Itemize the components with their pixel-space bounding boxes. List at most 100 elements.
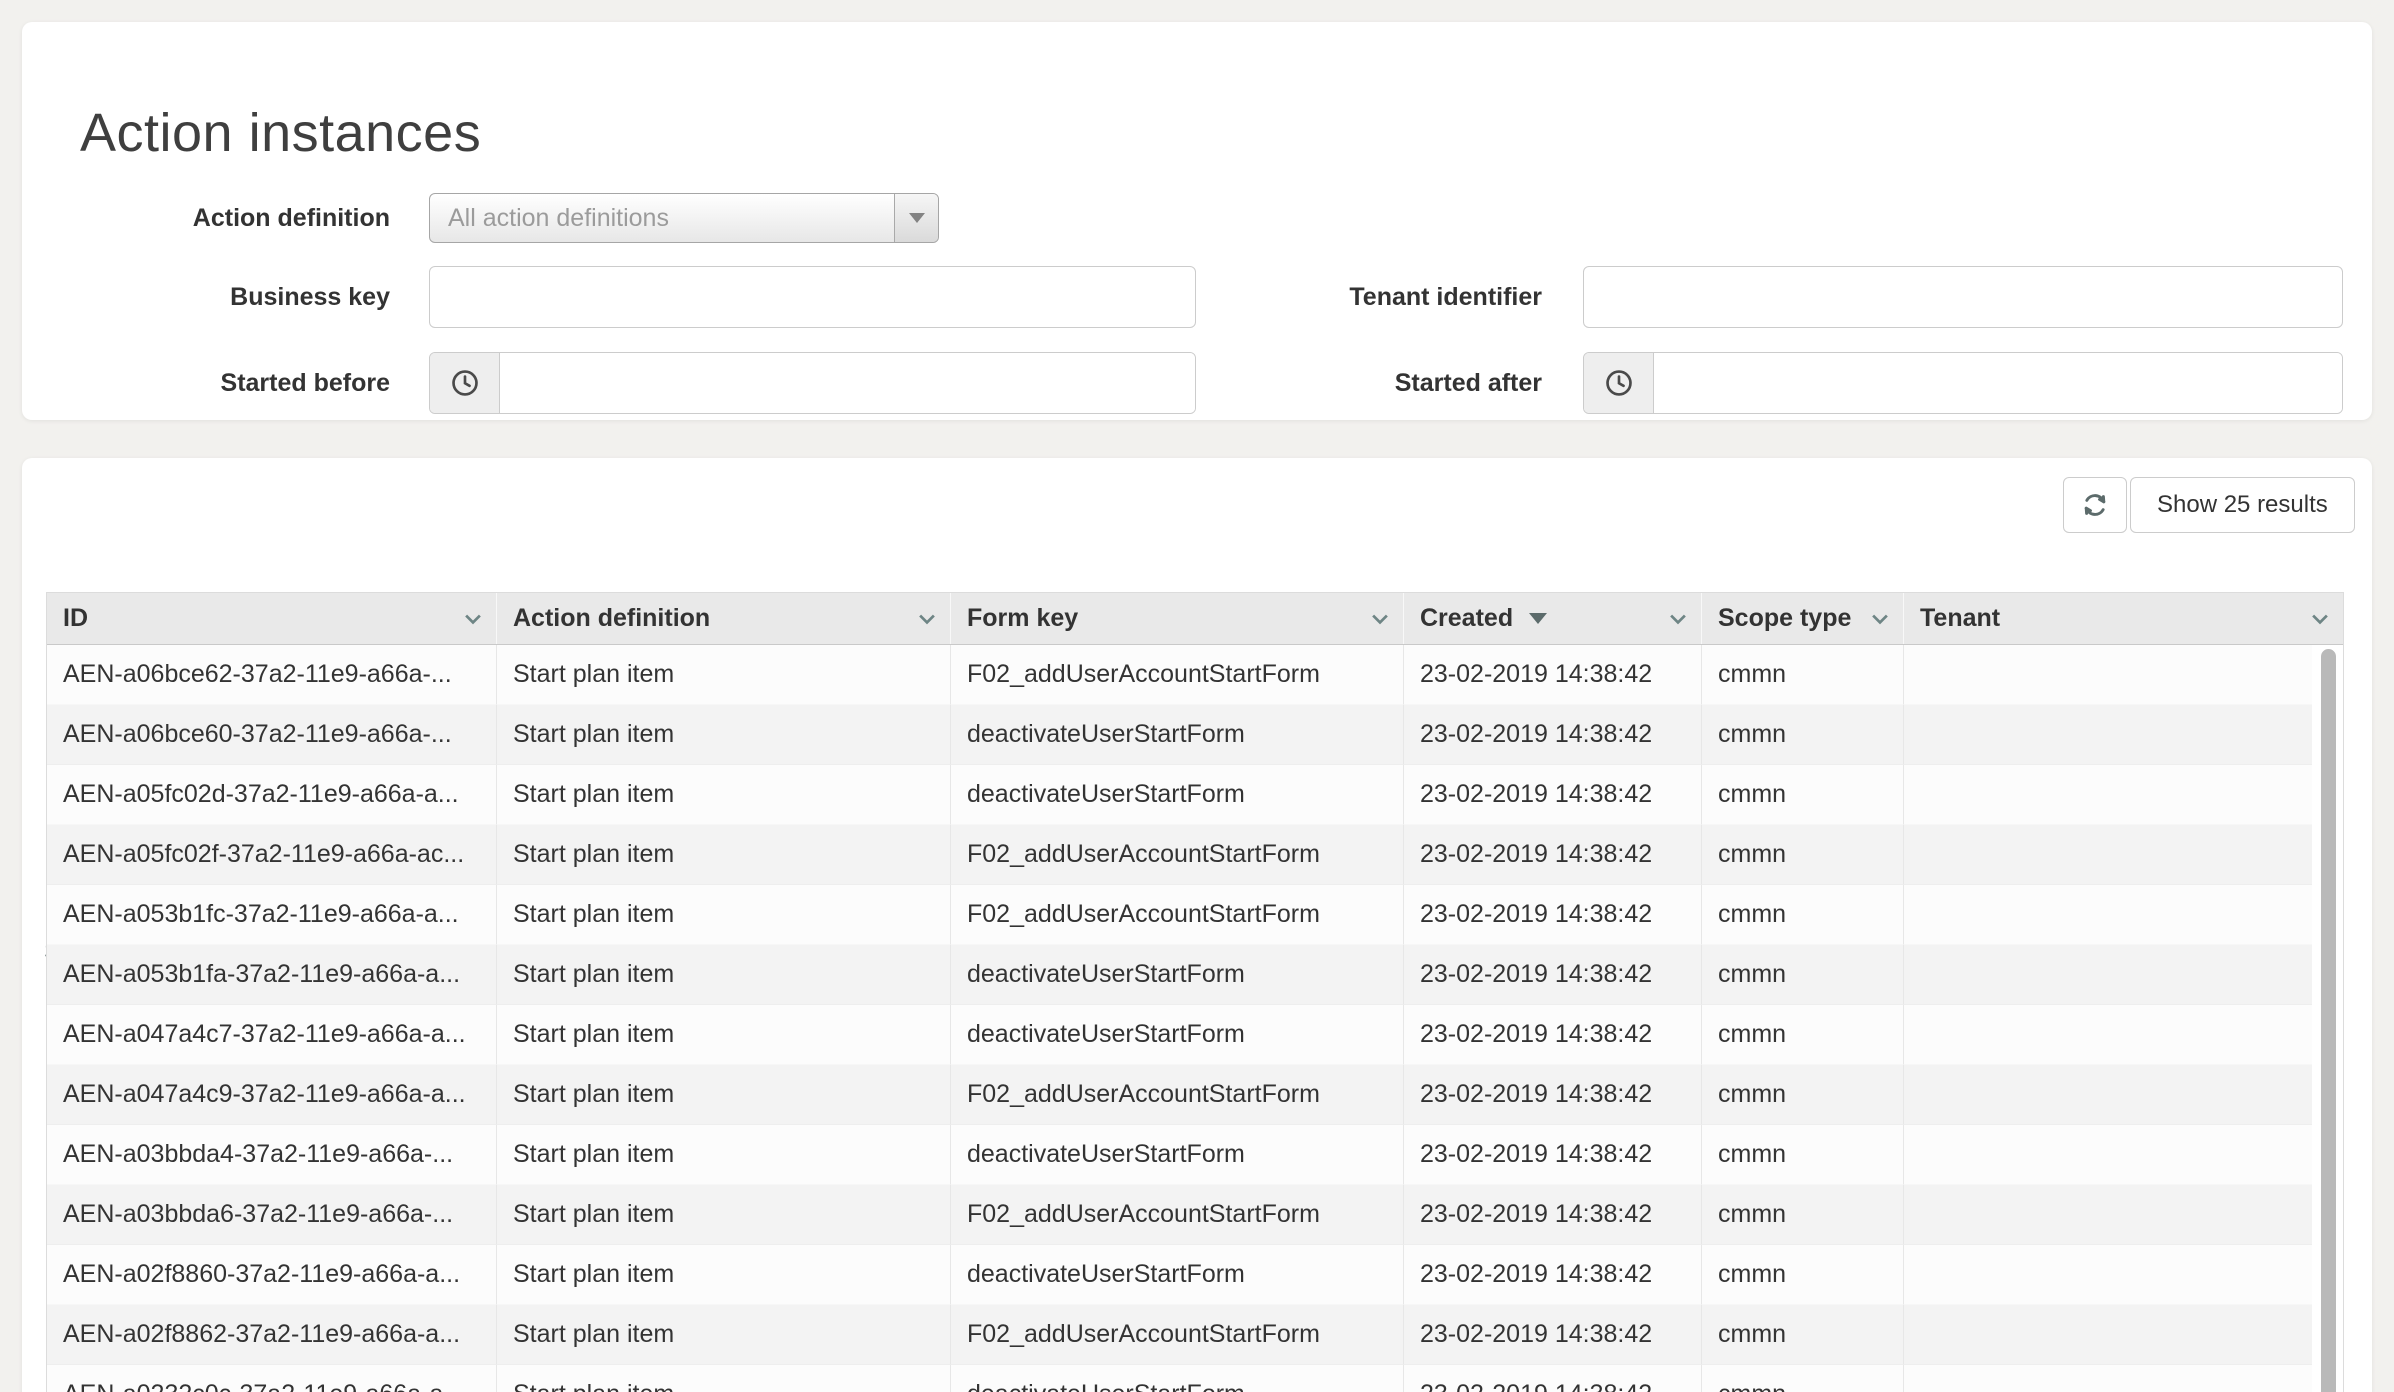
column-header-scope-type[interactable]: Scope type xyxy=(1702,593,1904,644)
table-cell: cmmn xyxy=(1702,645,1904,705)
table-cell: Start plan item xyxy=(497,1185,951,1245)
action-definition-label: Action definition xyxy=(22,203,390,233)
table-cell: 23-02-2019 14:38:42 xyxy=(1404,825,1702,885)
table-cell xyxy=(1904,645,2312,705)
table-cell: F02_addUserAccountStartForm xyxy=(951,885,1404,945)
tenant-identifier-input[interactable] xyxy=(1583,266,2343,328)
filter-card: Action instances Action definition All a… xyxy=(22,22,2372,420)
table-cell: cmmn xyxy=(1702,765,1904,825)
table-row[interactable]: AEN-a053b1fc-37a2-11e9-a66a-a...Start pl… xyxy=(47,885,2312,945)
table-cell: Start plan item xyxy=(497,1125,951,1185)
started-before-label: Started before xyxy=(22,368,390,398)
table-cell xyxy=(1904,885,2312,945)
table-row[interactable]: AEN-a02f8860-37a2-11e9-a66a-a...Start pl… xyxy=(47,1245,2312,1305)
clock-icon xyxy=(1584,353,1654,413)
table-cell: 23-02-2019 14:38:42 xyxy=(1404,1005,1702,1065)
table-cell: cmmn xyxy=(1702,945,1904,1005)
table-cell: AEN-a0232c0c-37a2-11e9-a66a-a... xyxy=(47,1365,497,1392)
table-cell: cmmn xyxy=(1702,1245,1904,1305)
table-cell: cmmn xyxy=(1702,1065,1904,1125)
table-cell: Start plan item xyxy=(497,765,951,825)
table-cell: 23-02-2019 14:38:42 xyxy=(1404,645,1702,705)
table-body: AEN-a06bce62-37a2-11e9-a66a-...Start pla… xyxy=(47,645,2343,1392)
table-cell: 23-02-2019 14:38:42 xyxy=(1404,885,1702,945)
column-header-tenant[interactable]: Tenant xyxy=(1904,593,2343,644)
business-key-input[interactable] xyxy=(429,266,1196,328)
tenant-identifier-label: Tenant identifier xyxy=(1122,282,1542,312)
chevron-down-icon xyxy=(1369,608,1391,630)
table-cell: AEN-a053b1fa-37a2-11e9-a66a-a... xyxy=(47,945,497,1005)
table-row[interactable]: AEN-a0232c0c-37a2-11e9-a66a-a...Start pl… xyxy=(47,1365,2312,1392)
caret-down-icon xyxy=(1529,613,1547,624)
table-cell: deactivateUserStartForm xyxy=(951,1005,1404,1065)
table-cell xyxy=(1904,1185,2312,1245)
table-cell: F02_addUserAccountStartForm xyxy=(951,825,1404,885)
column-header-id[interactable]: ID xyxy=(47,593,497,644)
table-cell: 23-02-2019 14:38:42 xyxy=(1404,765,1702,825)
action-definition-selected-value: All action definitions xyxy=(430,204,894,233)
chevron-down-icon xyxy=(1869,608,1891,630)
started-after-label: Started after xyxy=(1122,368,1542,398)
select-arrow-segment[interactable] xyxy=(894,194,938,242)
table-row[interactable]: AEN-a06bce60-37a2-11e9-a66a-...Start pla… xyxy=(47,705,2312,765)
started-before-group xyxy=(429,352,1196,414)
table-cell: deactivateUserStartForm xyxy=(951,765,1404,825)
table-cell: 23-02-2019 14:38:42 xyxy=(1404,705,1702,765)
chevron-down-icon xyxy=(462,608,484,630)
column-header-form-key[interactable]: Form key xyxy=(951,593,1404,644)
started-after-group xyxy=(1583,352,2343,414)
table-cell: Start plan item xyxy=(497,945,951,1005)
table-row[interactable]: AEN-a03bbda6-37a2-11e9-a66a-...Start pla… xyxy=(47,1185,2312,1245)
table-cell: Start plan item xyxy=(497,1005,951,1065)
started-after-input[interactable] xyxy=(1654,353,2342,413)
table-cell: 23-02-2019 14:38:42 xyxy=(1404,1185,1702,1245)
page-title: Action instances xyxy=(80,102,481,164)
table-cell xyxy=(1904,1125,2312,1185)
table-cell: 23-02-2019 14:38:42 xyxy=(1404,1065,1702,1125)
table-cell: AEN-a047a4c7-37a2-11e9-a66a-a... xyxy=(47,1005,497,1065)
refresh-icon xyxy=(2079,489,2111,521)
table-cell: Start plan item xyxy=(497,1245,951,1305)
table-cell xyxy=(1904,1305,2312,1365)
table-row[interactable]: AEN-a03bbda4-37a2-11e9-a66a-...Start pla… xyxy=(47,1125,2312,1185)
chevron-down-icon xyxy=(1667,608,1689,630)
table-row[interactable]: AEN-a02f8862-37a2-11e9-a66a-a...Start pl… xyxy=(47,1305,2312,1365)
table-cell: deactivateUserStartForm xyxy=(951,945,1404,1005)
table-cell: Start plan item xyxy=(497,885,951,945)
table-cell xyxy=(1904,1365,2312,1392)
clock-icon xyxy=(430,353,500,413)
table-cell: AEN-a03bbda4-37a2-11e9-a66a-... xyxy=(47,1125,497,1185)
show-results-button[interactable]: Show 25 results xyxy=(2130,477,2355,533)
column-header-created[interactable]: Created xyxy=(1404,593,1702,644)
table-cell: cmmn xyxy=(1702,1305,1904,1365)
table-cell: deactivateUserStartForm xyxy=(951,1125,1404,1185)
business-key-label: Business key xyxy=(22,282,390,312)
table-cell: AEN-a053b1fc-37a2-11e9-a66a-a... xyxy=(47,885,497,945)
table-cell: AEN-a03bbda6-37a2-11e9-a66a-... xyxy=(47,1185,497,1245)
vertical-scrollbar[interactable] xyxy=(2321,649,2336,1392)
table-cell xyxy=(1904,765,2312,825)
table-cell: cmmn xyxy=(1702,1005,1904,1065)
table-cell: 23-02-2019 14:38:42 xyxy=(1404,1245,1702,1305)
table-cell xyxy=(1904,1005,2312,1065)
column-header-action-definition[interactable]: Action definition xyxy=(497,593,951,644)
table-row[interactable]: AEN-a053b1fa-37a2-11e9-a66a-a...Start pl… xyxy=(47,945,2312,1005)
table-row[interactable]: AEN-a06bce62-37a2-11e9-a66a-...Start pla… xyxy=(47,645,2312,705)
table-cell xyxy=(1904,1245,2312,1305)
table-cell: deactivateUserStartForm xyxy=(951,705,1404,765)
table-row[interactable]: AEN-a05fc02d-37a2-11e9-a66a-a...Start pl… xyxy=(47,765,2312,825)
table-cell: AEN-a06bce62-37a2-11e9-a66a-... xyxy=(47,645,497,705)
table-cell: Start plan item xyxy=(497,705,951,765)
table-cell: F02_addUserAccountStartForm xyxy=(951,1305,1404,1365)
table-cell: 23-02-2019 14:38:42 xyxy=(1404,945,1702,1005)
table-row[interactable]: AEN-a047a4c9-37a2-11e9-a66a-a...Start pl… xyxy=(47,1065,2312,1125)
table-row[interactable]: AEN-a047a4c7-37a2-11e9-a66a-a...Start pl… xyxy=(47,1005,2312,1065)
table-cell: Start plan item xyxy=(497,645,951,705)
table-cell: AEN-a06bce60-37a2-11e9-a66a-... xyxy=(47,705,497,765)
table-header-row: ID Action definition Form key Created xyxy=(47,593,2343,645)
table-row[interactable]: AEN-a05fc02f-37a2-11e9-a66a-ac...Start p… xyxy=(47,825,2312,885)
refresh-button[interactable] xyxy=(2063,477,2127,533)
started-before-input[interactable] xyxy=(500,353,1195,413)
table-cell: AEN-a05fc02d-37a2-11e9-a66a-a... xyxy=(47,765,497,825)
action-definition-select[interactable]: All action definitions xyxy=(429,193,939,243)
